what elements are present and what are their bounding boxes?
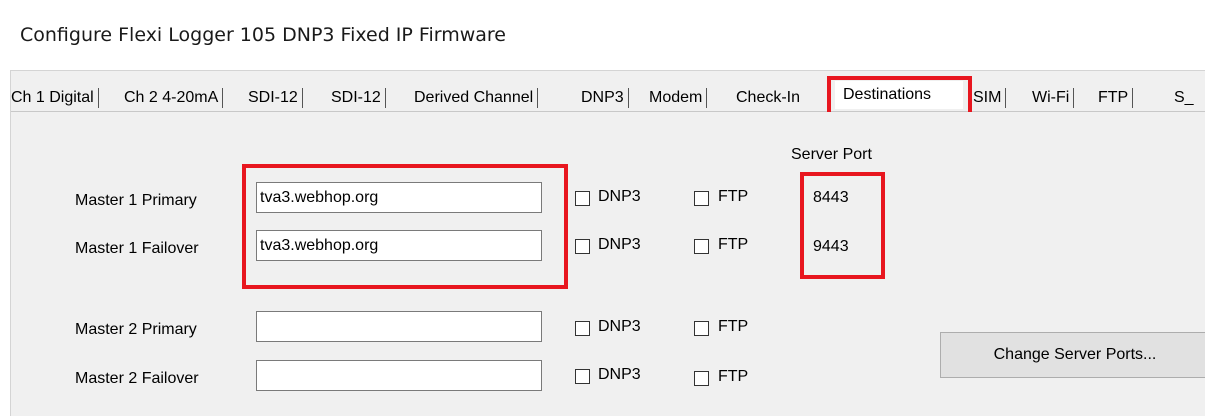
master2-primary-ftp-label: FTP	[718, 318, 749, 335]
tab-strip: Ch 1 Digital Ch 2 4-20mA SDI-12 SDI-12 D…	[11, 71, 1205, 117]
tab-ch1-digital[interactable]: Ch 1 Digital	[11, 86, 99, 110]
tab-modem[interactable]: Modem	[649, 86, 708, 110]
master1-primary-dnp3-label: DNP3	[598, 188, 641, 205]
master2-failover-dnp3-checkbox[interactable]	[575, 369, 590, 384]
master2-primary-dnp3-checkbox[interactable]	[575, 321, 590, 336]
master2-failover-host-input[interactable]	[256, 360, 542, 391]
master1-failover-ftp-label: FTP	[718, 236, 749, 253]
tab-sdi12-a[interactable]: SDI-12	[248, 86, 303, 110]
tab-wifi[interactable]: Wi-Fi	[1032, 86, 1075, 110]
tab-ftp[interactable]: FTP	[1098, 86, 1134, 110]
tab-s-truncated[interactable]: S_	[1174, 86, 1194, 110]
master2-primary-ftp-checkbox[interactable]	[694, 321, 709, 336]
window-title: Configure Flexi Logger 105 DNP3 Fixed IP…	[20, 24, 506, 46]
dialog-body: Ch 1 Digital Ch 2 4-20mA SDI-12 SDI-12 D…	[10, 70, 1205, 416]
master1-primary-ftp-label: FTP	[718, 188, 749, 205]
master1-failover-dnp3-label: DNP3	[598, 236, 641, 253]
tab-sim[interactable]: SIM	[973, 86, 1007, 110]
master1-primary-label: Master 1 Primary	[75, 192, 197, 209]
tab-check-in[interactable]: Check-In	[736, 86, 800, 110]
master2-failover-ftp-checkbox[interactable]	[694, 371, 709, 386]
host-inputs-highlight	[242, 164, 568, 289]
master1-failover-label: Master 1 Failover	[75, 240, 199, 257]
tab-derived-channel[interactable]: Derived Channel	[414, 86, 539, 110]
change-server-ports-button[interactable]: Change Server Ports...	[940, 332, 1205, 378]
master2-failover-label: Master 2 Failover	[75, 370, 199, 387]
master1-primary-dnp3-checkbox[interactable]	[575, 191, 590, 206]
tab-dnp3[interactable]: DNP3	[581, 86, 629, 110]
master1-failover-ftp-checkbox[interactable]	[694, 239, 709, 254]
master1-failover-dnp3-checkbox[interactable]	[575, 239, 590, 254]
tab-ch2-4-20ma[interactable]: Ch 2 4-20mA	[124, 86, 224, 110]
master2-primary-label: Master 2 Primary	[75, 321, 197, 338]
tab-sdi12-b[interactable]: SDI-12	[331, 86, 386, 110]
master2-primary-host-input[interactable]	[256, 311, 542, 342]
master2-failover-ftp-label: FTP	[718, 368, 749, 385]
server-port-header: Server Port	[791, 146, 872, 163]
master2-failover-dnp3-label: DNP3	[598, 366, 641, 383]
title-bar: Configure Flexi Logger 105 DNP3 Fixed IP…	[0, 0, 1205, 70]
master2-primary-dnp3-label: DNP3	[598, 318, 641, 335]
server-ports-highlight	[800, 172, 885, 279]
master1-primary-ftp-checkbox[interactable]	[694, 191, 709, 206]
destinations-page: Server Port Master 1 Primary DNP3 FTP 84…	[21, 112, 1205, 416]
